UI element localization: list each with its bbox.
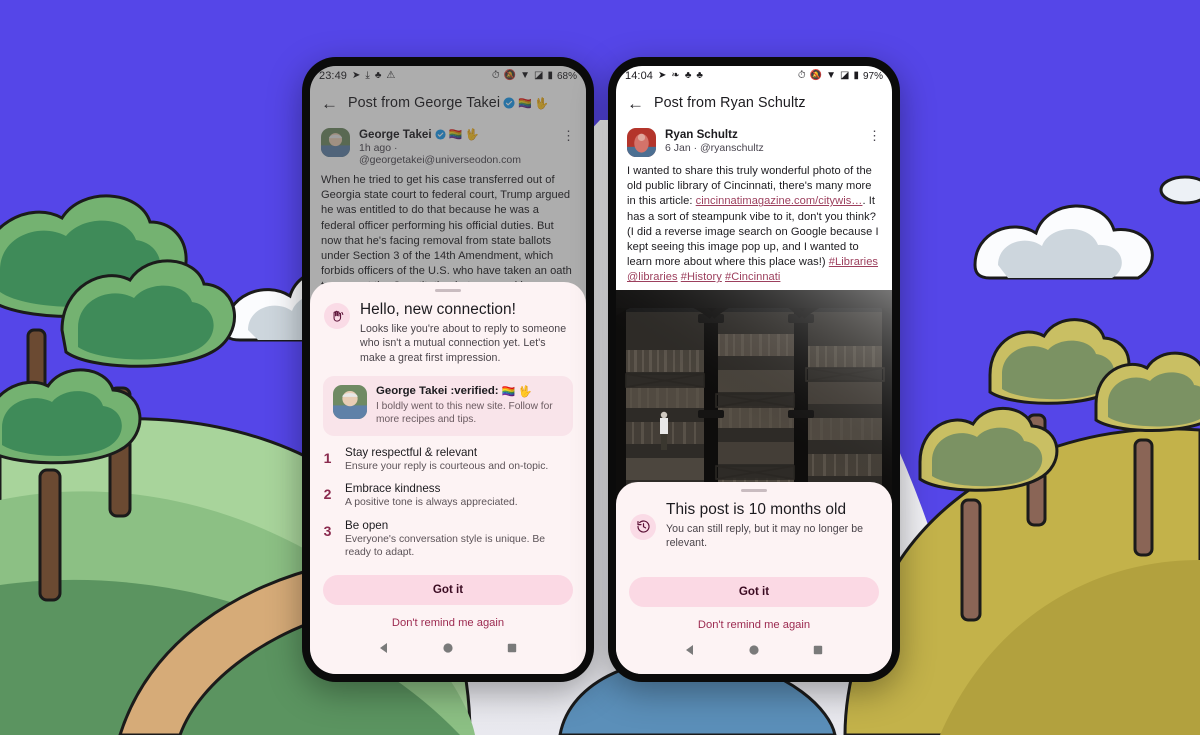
home-circle-icon[interactable] <box>442 641 454 659</box>
tip-number: 2 <box>323 486 332 503</box>
tip-title: Stay respectful & relevant <box>345 445 478 459</box>
status-bar: 14:04 ➤ ❧ ♣ ♣ ⏱ 🔕 ▼ ◪ ▮ 97% <box>616 66 892 86</box>
bottom-sheet-old-post: This post is 10 months old You can still… <box>616 482 892 674</box>
got-it-button[interactable]: Got it <box>629 576 879 607</box>
pride-flag-emoji: 🏳️‍🌈 <box>501 385 516 398</box>
hashtag-libraries[interactable]: #Libraries <box>829 256 878 268</box>
recents-square-icon[interactable] <box>506 641 518 659</box>
post-author-name: Ryan Schultz <box>665 128 738 141</box>
tip-title: Be open <box>345 518 389 532</box>
list-item: 2 Embrace kindness A positive tone is al… <box>323 482 573 510</box>
avatar[interactable] <box>627 128 656 157</box>
profile-preview-card[interactable]: George Takei :verified: 🏳️‍🌈 🖖 I boldly … <box>323 375 573 436</box>
bottom-sheet-new-connection: Hello, new connection! Looks like you're… <box>310 282 586 674</box>
navigation-bar <box>310 633 586 667</box>
status-time: 14:04 <box>625 70 654 82</box>
list-item: 1 Stay respectful & relevant Ensure your… <box>323 446 573 474</box>
got-it-button[interactable]: Got it <box>323 574 573 605</box>
tips-list: 1 Stay respectful & relevant Ensure your… <box>310 436 586 569</box>
phone-left: 23:49 ➤ ⤓ ♣ ⚠ ⏱ 🔕 ▼ ◪ ▮ 68% ← Post from … <box>302 57 594 682</box>
profile-card-name-text: George Takei :verified: <box>376 385 499 398</box>
post-body: I wanted to share this truly wonderful p… <box>616 159 892 290</box>
notifications-off-icon: 🔕 <box>809 70 823 81</box>
mention-libraries[interactable]: @libraries <box>627 271 678 283</box>
alarm-icon: ⏱ <box>797 70 806 81</box>
mastodon-icon: ♣ <box>696 70 703 81</box>
sheet-subtitle: You can still reply, but it may no longe… <box>666 523 864 550</box>
back-icon[interactable]: ← <box>627 95 644 112</box>
telegram-icon: ➤ <box>658 70 667 81</box>
tip-description: Ensure your reply is courteous and on-to… <box>345 460 549 472</box>
history-clock-icon <box>630 513 656 540</box>
dont-remind-me-again-button[interactable]: Don't remind me again <box>629 607 879 631</box>
hashtag-cincinnati[interactable]: #Cincinnati <box>725 271 780 283</box>
article-link[interactable]: cincinnatimagazine.com/citywis… <box>696 195 863 207</box>
sheet-drag-handle[interactable] <box>435 289 461 292</box>
cloud-small-3 <box>1159 175 1200 205</box>
sheet-header: This post is 10 months old You can still… <box>616 501 892 551</box>
tip-number: 3 <box>323 522 332 539</box>
phone-right: 14:04 ➤ ❧ ♣ ♣ ⏱ 🔕 ▼ ◪ ▮ 97% ← Post from … <box>608 57 900 682</box>
tip-title: Embrace kindness <box>345 482 441 496</box>
sheet-title: This post is 10 months old <box>666 501 847 518</box>
waving-hand-icon <box>324 303 350 329</box>
avatar <box>333 384 367 419</box>
profile-card-bio: I boldly went to this new site. Follow f… <box>376 400 553 426</box>
phone-left-screen: 23:49 ➤ ⤓ ♣ ⚠ ⏱ 🔕 ▼ ◪ ▮ 68% ← Post from … <box>310 66 586 674</box>
recents-square-icon[interactable] <box>812 643 824 661</box>
home-circle-icon[interactable] <box>748 643 760 661</box>
app-bar: ← Post from Ryan Schultz <box>616 86 892 120</box>
tip-description: A positive tone is always appreciated. <box>345 497 518 509</box>
page-title: Post from Ryan Schultz <box>654 95 806 111</box>
background-illustration <box>0 0 1200 735</box>
dont-remind-me-again-button[interactable]: Don't remind me again <box>323 605 573 629</box>
post-header: Ryan Schultz 6 Jan · @ryanschultz ⋮ <box>616 120 892 159</box>
mastodon-icon: ♣ <box>684 70 692 81</box>
wifi-icon: ▼ <box>826 70 837 81</box>
phone-right-screen: 14:04 ➤ ❧ ♣ ♣ ⏱ 🔕 ▼ ◪ ▮ 97% ← Post from … <box>616 66 892 674</box>
status-battery-percent: 97% <box>862 70 883 82</box>
tip-description: Everyone's conversation style is unique.… <box>345 533 546 559</box>
sheet-header: Hello, new connection! Looks like you're… <box>310 301 586 365</box>
sheet-title: Hello, new connection! <box>360 301 516 318</box>
sheet-actions: Got it Don't remind me again <box>310 569 586 629</box>
sheet-actions: Got it Don't remind me again <box>616 571 892 631</box>
signal-icon: ◪ <box>840 70 850 81</box>
back-triangle-icon[interactable] <box>684 643 696 661</box>
profile-card-name: George Takei :verified: 🏳️‍🌈 🖖 <box>376 385 563 398</box>
mastodon-alt-icon: ❧ <box>671 70 680 81</box>
sheet-subtitle: Looks like you're about to reply to some… <box>360 323 567 364</box>
hashtag-history[interactable]: #History <box>681 271 722 283</box>
vulcan-salute-emoji: 🖖 <box>518 385 532 398</box>
list-item: 3 Be open Everyone's conversation style … <box>323 519 573 560</box>
more-options-icon[interactable]: ⋮ <box>868 128 881 143</box>
back-triangle-icon[interactable] <box>378 641 390 659</box>
navigation-bar <box>616 635 892 669</box>
sheet-drag-handle[interactable] <box>741 489 767 492</box>
post-meta: 6 Jan · @ryanschultz <box>665 142 764 154</box>
battery-icon: ▮ <box>853 70 859 81</box>
tip-number: 1 <box>323 449 332 466</box>
phone-right-content: 14:04 ➤ ❧ ♣ ♣ ⏱ 🔕 ▼ ◪ ▮ 97% ← Post from … <box>616 66 892 520</box>
